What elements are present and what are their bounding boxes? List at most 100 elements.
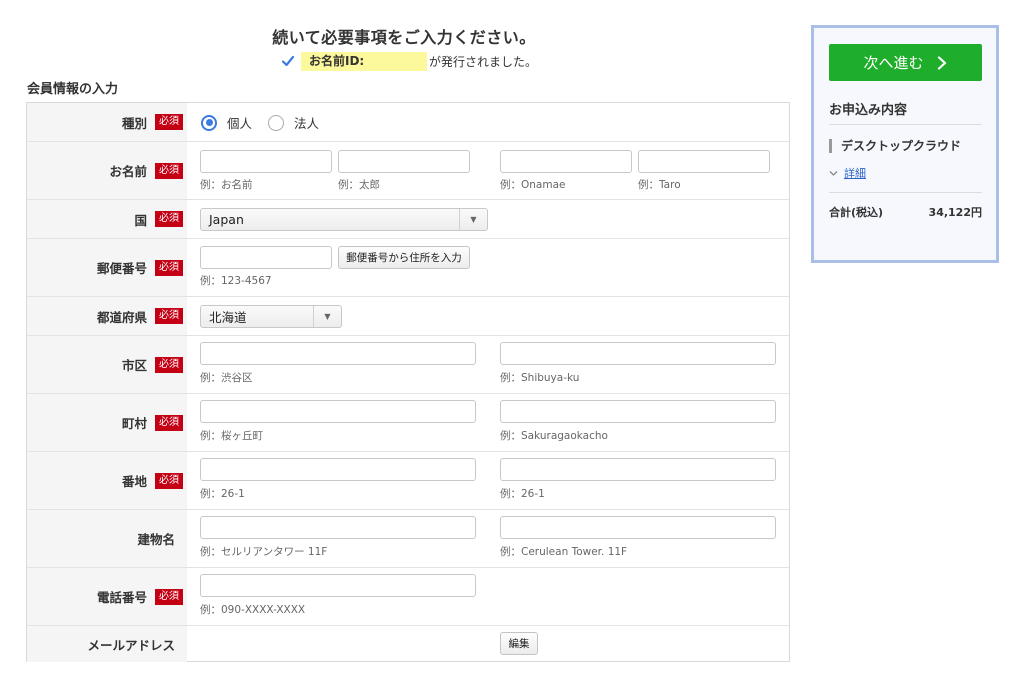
row-label: 建物名 (27, 510, 187, 567)
row-label: 国 必須 (27, 200, 187, 238)
details-link[interactable]: 詳細 (829, 165, 866, 181)
required-badge: 必須 (155, 356, 183, 373)
panel-title: お申込み内容 (829, 103, 908, 118)
block-roman-input[interactable] (500, 458, 776, 481)
hint-text: 例：太郎 (338, 179, 380, 191)
order-summary-panel: 次へ進む お申込み内容 デスクトップクラウド 詳細 合計(税込) 34,122円 (811, 25, 999, 263)
field-label: 番地 (121, 474, 147, 489)
form-row-postal: 郵便番号 必須 郵便番号から住所を入力 例：123-4567 (27, 239, 789, 297)
form-row-town: 町村 必須 例：桜ヶ丘町 例：Sakuragaokacho (27, 394, 789, 452)
row-label: 町村 必須 (27, 394, 187, 451)
total-row: 合計(税込) 34,122円 (829, 204, 982, 220)
field-label: 国 (134, 212, 147, 228)
hint-text: 例：26-1 (200, 488, 245, 500)
next-button[interactable]: 次へ進む (829, 44, 982, 81)
prefecture-select-value: 北海道 (209, 310, 247, 325)
postal-code-input[interactable] (200, 246, 332, 269)
hint-text: 例：Taro (638, 179, 681, 191)
form-row-type: 種別 必須 個人 法人 (27, 103, 789, 142)
member-id-label: お名前ID: (301, 51, 427, 71)
check-icon (281, 55, 295, 67)
field-label: 郵便番号 (96, 261, 147, 276)
field-label: 種別 (121, 115, 147, 131)
block-input[interactable] (200, 458, 476, 481)
prefecture-select[interactable]: 北海道 ▼ (200, 305, 342, 328)
form-row-email: メールアドレス 編集 (27, 626, 789, 662)
phone-input[interactable] (200, 574, 476, 597)
field-label: メールアドレス (87, 637, 175, 653)
city-input[interactable] (200, 342, 476, 365)
field-label: 電話番号 (96, 590, 147, 605)
hint-text: 例：123-4567 (200, 275, 272, 287)
chevron-down-icon: ▼ (459, 209, 487, 230)
form-row-name: お名前 必須 例：お名前 例：太郎 例：Onamae 例：Taro (27, 142, 789, 200)
required-badge: 必須 (155, 114, 183, 130)
next-button-label: 次へ進む (863, 54, 924, 72)
required-badge: 必須 (155, 211, 183, 227)
building-roman-input[interactable] (500, 516, 776, 539)
required-badge: 必須 (155, 414, 183, 431)
page-title: 続いて必要事項をご入力ください。 (272, 28, 536, 47)
divider (829, 124, 982, 125)
required-badge: 必須 (155, 588, 183, 605)
form-row-city: 市区 必須 例：渋谷区 例：Shibuya-ku (27, 336, 789, 394)
row-label: メールアドレス (27, 626, 187, 662)
postal-lookup-button[interactable]: 郵便番号から住所を入力 (338, 246, 470, 269)
field-label: 建物名 (137, 532, 175, 547)
row-label: お名前 必須 (27, 142, 187, 199)
radio-label-individual[interactable]: 個人 (227, 113, 252, 132)
form-row-prefecture: 都道府県 必須 北海道 ▼ (27, 297, 789, 336)
country-select-value: Japan (209, 212, 244, 227)
field-label: 町村 (121, 416, 147, 431)
hint-text: 例：Sakuragaokacho (500, 430, 608, 442)
town-input[interactable] (200, 400, 476, 423)
type-radio-group: 個人 法人 (201, 113, 335, 132)
row-label: 市区 必須 (27, 336, 187, 393)
radio-label-corporation[interactable]: 法人 (294, 113, 319, 132)
hint-text: 例：セルリアンタワー 11F (200, 546, 328, 558)
radio-corporation[interactable] (268, 114, 285, 131)
building-input[interactable] (200, 516, 476, 539)
divider (829, 192, 982, 193)
form-row-block: 番地 必須 例：26-1 例：26-1 (27, 452, 789, 510)
details-link-text[interactable]: 詳細 (844, 165, 866, 181)
hint-text: 例：お名前 (200, 179, 253, 191)
required-badge: 必須 (155, 162, 183, 179)
total-value: 34,122円 (928, 206, 982, 219)
first-name-roman-input[interactable] (638, 150, 770, 173)
country-select[interactable]: Japan ▼ (200, 208, 488, 231)
hint-text: 例：渋谷区 (200, 372, 253, 384)
field-label: 都道府県 (96, 309, 147, 325)
field-label: お名前 (109, 164, 147, 179)
form-row-building: 建物名 例：セルリアンタワー 11F 例：Cerulean Tower. 11F (27, 510, 789, 568)
section-title: 会員情報の入力 (27, 82, 119, 97)
hint-text: 例：Shibuya-ku (500, 372, 580, 384)
hint-text: 例：桜ヶ丘町 (200, 430, 263, 442)
row-label: 都道府県 必須 (27, 297, 187, 335)
city-roman-input[interactable] (500, 342, 776, 365)
email-edit-button[interactable]: 編集 (500, 632, 538, 655)
required-badge: 必須 (155, 308, 183, 324)
hint-text: 例：Cerulean Tower. 11F (500, 546, 628, 558)
radio-individual[interactable] (201, 114, 217, 131)
chevron-right-icon (937, 55, 946, 70)
chevron-down-icon (829, 170, 838, 176)
form-row-country: 国 必須 Japan ▼ (27, 200, 789, 239)
row-label: 郵便番号 必須 (27, 239, 187, 296)
hint-text: 例：Onamae (500, 179, 566, 191)
row-label: 種別 必須 (27, 103, 187, 141)
id-issued-text: が発行されました。 (429, 54, 538, 69)
required-badge: 必須 (155, 472, 183, 489)
first-name-input[interactable] (338, 150, 470, 173)
hint-text: 例：26-1 (500, 488, 545, 500)
town-roman-input[interactable] (500, 400, 776, 423)
last-name-input[interactable] (200, 150, 332, 173)
required-badge: 必須 (155, 259, 183, 276)
product-name: デスクトップクラウド (829, 139, 961, 153)
form-row-phone: 電話番号 必須 例：090-XXXX-XXXX (27, 568, 789, 626)
field-label: 市区 (121, 358, 147, 373)
member-info-form: 種別 必須 個人 法人 お名前 必須 例：お名前 例：太郎 例：Onamae 例… (26, 102, 790, 662)
last-name-roman-input[interactable] (500, 150, 632, 173)
hint-text: 例：090-XXXX-XXXX (200, 604, 306, 616)
id-issued-notice: お名前ID: が発行されました。 (281, 51, 537, 71)
